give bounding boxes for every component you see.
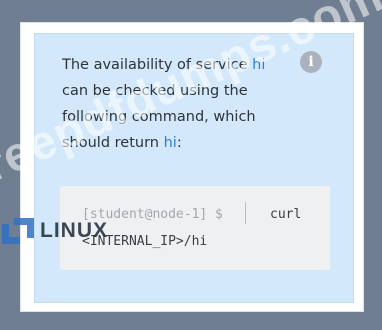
- info-line-2: can be checked using the: [62, 83, 248, 99]
- info-text: The availability of service hi can be ch…: [62, 52, 312, 156]
- expected-output: hi: [163, 135, 177, 151]
- info-icon: i: [300, 51, 322, 73]
- info-line-1-text: The availability of service: [62, 57, 253, 73]
- info-line-1: The availability of service hi: [62, 52, 312, 78]
- info-line-4: should return hi:: [62, 130, 312, 156]
- info-line-3: following command, which: [62, 109, 256, 125]
- linux-logo-icon: [2, 218, 34, 244]
- linux-logo-text: LINUX: [40, 219, 108, 242]
- linux-logo: LINUX: [2, 218, 108, 244]
- info-line-4-text: should return: [62, 135, 164, 151]
- info-line-4-colon: :: [176, 135, 182, 151]
- command-line-1: curl: [270, 207, 302, 222]
- prompt-separator: [245, 202, 246, 224]
- service-name: hi: [252, 57, 266, 73]
